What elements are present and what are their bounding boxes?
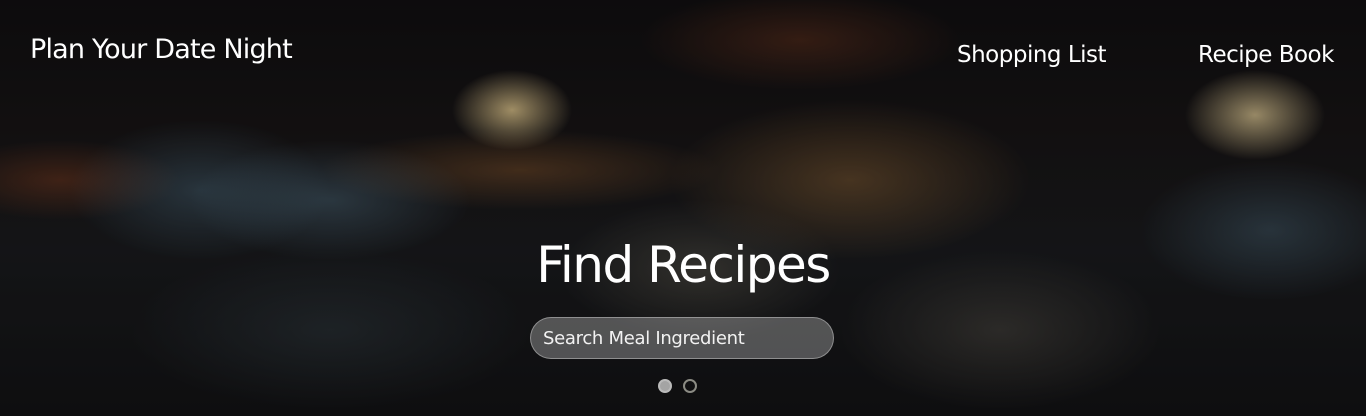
nav-link-shopping-list[interactable]: Shopping List (957, 42, 1107, 68)
search-input[interactable] (530, 317, 834, 359)
carousel-indicators (658, 379, 697, 393)
navbar: Plan Your Date Night Shopping List Recip… (0, 0, 1366, 100)
carousel-dot-1[interactable] (658, 379, 672, 393)
carousel-dot-2[interactable] (683, 379, 697, 393)
brand-title[interactable]: Plan Your Date Night (30, 34, 293, 65)
search-container (530, 317, 834, 359)
hero-section: Plan Your Date Night Shopping List Recip… (0, 0, 1366, 416)
page-title: Find Recipes (536, 236, 831, 294)
nav-link-recipe-book[interactable]: Recipe Book (1198, 42, 1334, 68)
